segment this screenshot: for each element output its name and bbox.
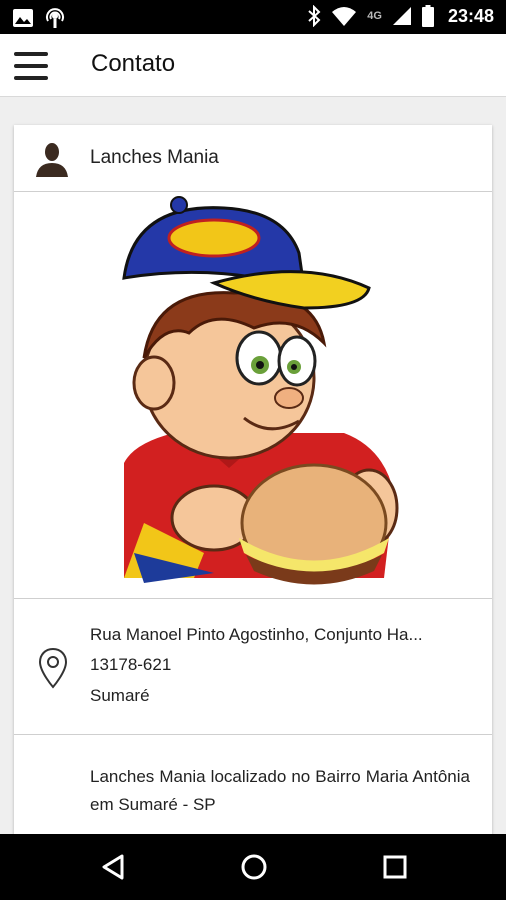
address-cep: 13178-621 bbox=[90, 655, 172, 674]
back-icon[interactable] bbox=[98, 852, 128, 882]
bluetooth-icon bbox=[308, 5, 321, 27]
menu-icon[interactable] bbox=[14, 52, 48, 80]
card-header: Lanches Mania bbox=[14, 125, 492, 192]
status-bar: 4G 23:48 bbox=[0, 0, 506, 34]
image-icon bbox=[13, 9, 33, 27]
mascot-image bbox=[122, 196, 399, 585]
podcast-icon bbox=[46, 8, 64, 28]
address-city: Sumaré bbox=[90, 686, 150, 705]
recents-icon[interactable] bbox=[380, 852, 410, 882]
home-icon[interactable] bbox=[239, 852, 269, 882]
battery-icon bbox=[421, 5, 434, 27]
address-street: Rua Manoel Pinto Agostinho, Conjunto Ha.… bbox=[90, 625, 423, 644]
person-icon bbox=[36, 143, 68, 177]
map-pin-icon bbox=[38, 647, 68, 689]
page-title: Contato bbox=[91, 50, 176, 77]
navigation-bar bbox=[0, 834, 506, 900]
description-section: Lanches Mania localizado no Bairro Maria… bbox=[14, 735, 492, 845]
business-name: Lanches Mania bbox=[90, 147, 219, 168]
signal-icon bbox=[392, 7, 411, 25]
clock: 23:48 bbox=[447, 5, 494, 26]
network-type: 4G bbox=[367, 10, 382, 22]
business-logo bbox=[14, 193, 492, 599]
business-description: Lanches Mania localizado no Bairro Maria… bbox=[90, 767, 470, 814]
app-bar: Contato bbox=[0, 34, 506, 97]
address-section[interactable]: Rua Manoel Pinto Agostinho, Conjunto Ha.… bbox=[14, 599, 492, 735]
wifi-icon bbox=[332, 7, 357, 26]
contact-card: Lanches Mania Rua Manoel Pinto Agostinho… bbox=[14, 125, 492, 845]
